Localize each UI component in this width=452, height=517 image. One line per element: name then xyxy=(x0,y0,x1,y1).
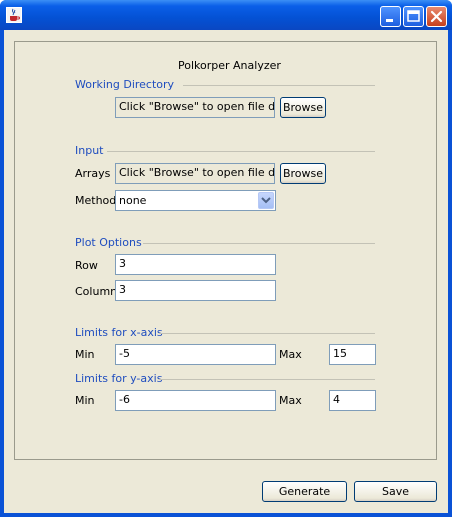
maximize-icon xyxy=(407,10,420,22)
section-divider xyxy=(107,151,375,152)
y-axis-limits-section-label: Limits for y-axis xyxy=(75,372,163,385)
chevron-down-icon[interactable] xyxy=(258,192,274,209)
row-label: Row xyxy=(75,259,98,272)
arrays-browse-button[interactable]: Browse xyxy=(280,163,326,184)
row-input[interactable]: 3 xyxy=(115,254,276,275)
maximize-button[interactable] xyxy=(403,6,424,27)
column-label: Column xyxy=(75,285,118,298)
minimize-button[interactable] xyxy=(380,6,401,27)
plot-options-section-label: Plot Options xyxy=(75,236,142,249)
save-button[interactable]: Save xyxy=(354,481,437,502)
input-section-label: Input xyxy=(75,144,104,157)
section-divider xyxy=(159,379,375,380)
x-min-label: Min xyxy=(75,348,95,361)
title-bar[interactable] xyxy=(0,0,452,30)
working-directory-path-field[interactable]: Click "Browse" to open file dialog xyxy=(115,97,275,118)
application-window: Polkorper Analyzer Working Directory Cli… xyxy=(0,0,452,517)
x-min-input[interactable]: -5 xyxy=(115,344,276,365)
y-max-input[interactable]: 4 xyxy=(329,390,376,411)
close-button[interactable] xyxy=(426,6,447,27)
column-input[interactable]: 3 xyxy=(115,280,276,301)
method-selected-value: none xyxy=(119,194,147,207)
working-directory-section-label: Working Directory xyxy=(75,78,175,91)
x-axis-limits-section-label: Limits for x-axis xyxy=(75,326,163,339)
minimize-icon xyxy=(386,19,393,22)
x-max-label: Max xyxy=(279,348,302,361)
arrays-label: Arrays xyxy=(75,167,111,180)
x-max-input[interactable]: 15 xyxy=(329,344,376,365)
close-icon xyxy=(430,10,443,23)
y-max-label: Max xyxy=(279,394,302,407)
main-panel: Polkorper Analyzer Working Directory Cli… xyxy=(14,41,437,460)
section-divider xyxy=(143,243,375,244)
section-divider xyxy=(183,85,375,86)
working-directory-browse-button[interactable]: Browse xyxy=(280,97,326,118)
y-min-input[interactable]: -6 xyxy=(115,390,276,411)
y-min-label: Min xyxy=(75,394,95,407)
arrays-path-field[interactable]: Click "Browse" to open file dialog xyxy=(115,163,275,184)
method-label: Method xyxy=(75,194,117,207)
method-dropdown[interactable]: none xyxy=(115,190,276,211)
section-divider xyxy=(159,333,375,334)
generate-button[interactable]: Generate xyxy=(262,481,347,502)
content-area: Polkorper Analyzer Working Directory Cli… xyxy=(4,30,448,513)
java-cup-icon xyxy=(6,7,22,23)
app-heading: Polkorper Analyzer xyxy=(178,59,281,72)
